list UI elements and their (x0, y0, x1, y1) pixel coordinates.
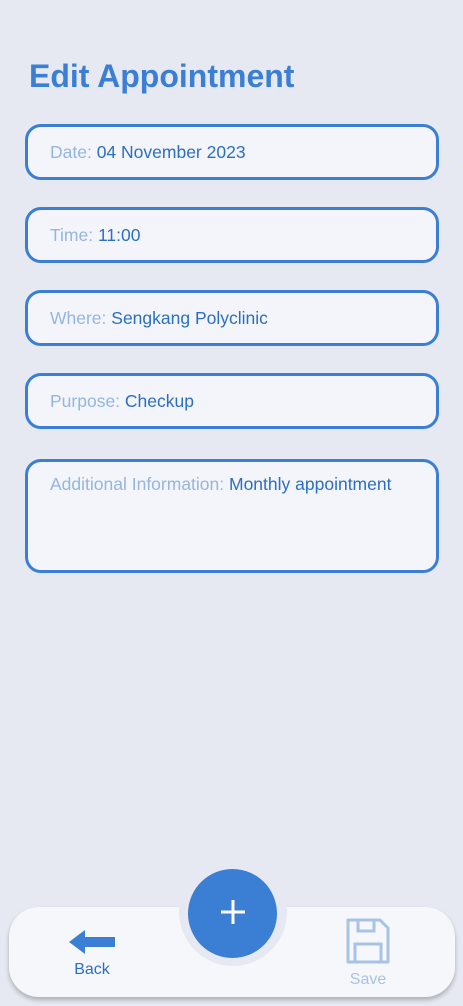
additional-information-label: Additional Information: (50, 474, 229, 494)
additional-information-field[interactable]: Additional Information: Monthly appointm… (25, 459, 439, 573)
time-field-text: Time: 11:00 (50, 224, 140, 246)
where-value: Sengkang Polyclinic (111, 308, 268, 328)
where-field-text: Where: Sengkang Polyclinic (50, 307, 268, 329)
save-button[interactable]: Save (338, 916, 398, 989)
add-button[interactable] (188, 869, 277, 958)
purpose-field-text: Purpose: Checkup (50, 390, 194, 412)
where-label: Where: (50, 308, 112, 328)
edit-appointment-screen: Edit Appointment Date: 04 November 2023 … (0, 0, 463, 1006)
floppy-disk-icon (344, 916, 392, 969)
back-label: Back (74, 961, 110, 978)
time-value: 11:00 (97, 225, 141, 245)
back-button[interactable]: Back (62, 928, 122, 979)
where-field[interactable]: Where: Sengkang Polyclinic (25, 290, 439, 346)
date-field-text: Date: 04 November 2023 (50, 141, 246, 163)
date-field[interactable]: Date: 04 November 2023 (25, 124, 439, 180)
purpose-label: Purpose: (50, 391, 125, 411)
purpose-value: Checkup (124, 391, 194, 411)
time-label: Time: (50, 225, 98, 245)
time-field[interactable]: Time: 11:00 (25, 207, 439, 263)
date-value: 04 November 2023 (96, 142, 246, 162)
additional-information-value: Monthly appointment (229, 474, 392, 494)
additional-information-text: Additional Information: Monthly appointm… (50, 474, 391, 494)
date-label: Date: (50, 142, 97, 162)
page-title: Edit Appointment (29, 58, 295, 94)
save-label: Save (349, 971, 387, 988)
plus-icon (220, 899, 246, 928)
purpose-field[interactable]: Purpose: Checkup (25, 373, 439, 429)
back-arrow-icon (67, 928, 117, 959)
